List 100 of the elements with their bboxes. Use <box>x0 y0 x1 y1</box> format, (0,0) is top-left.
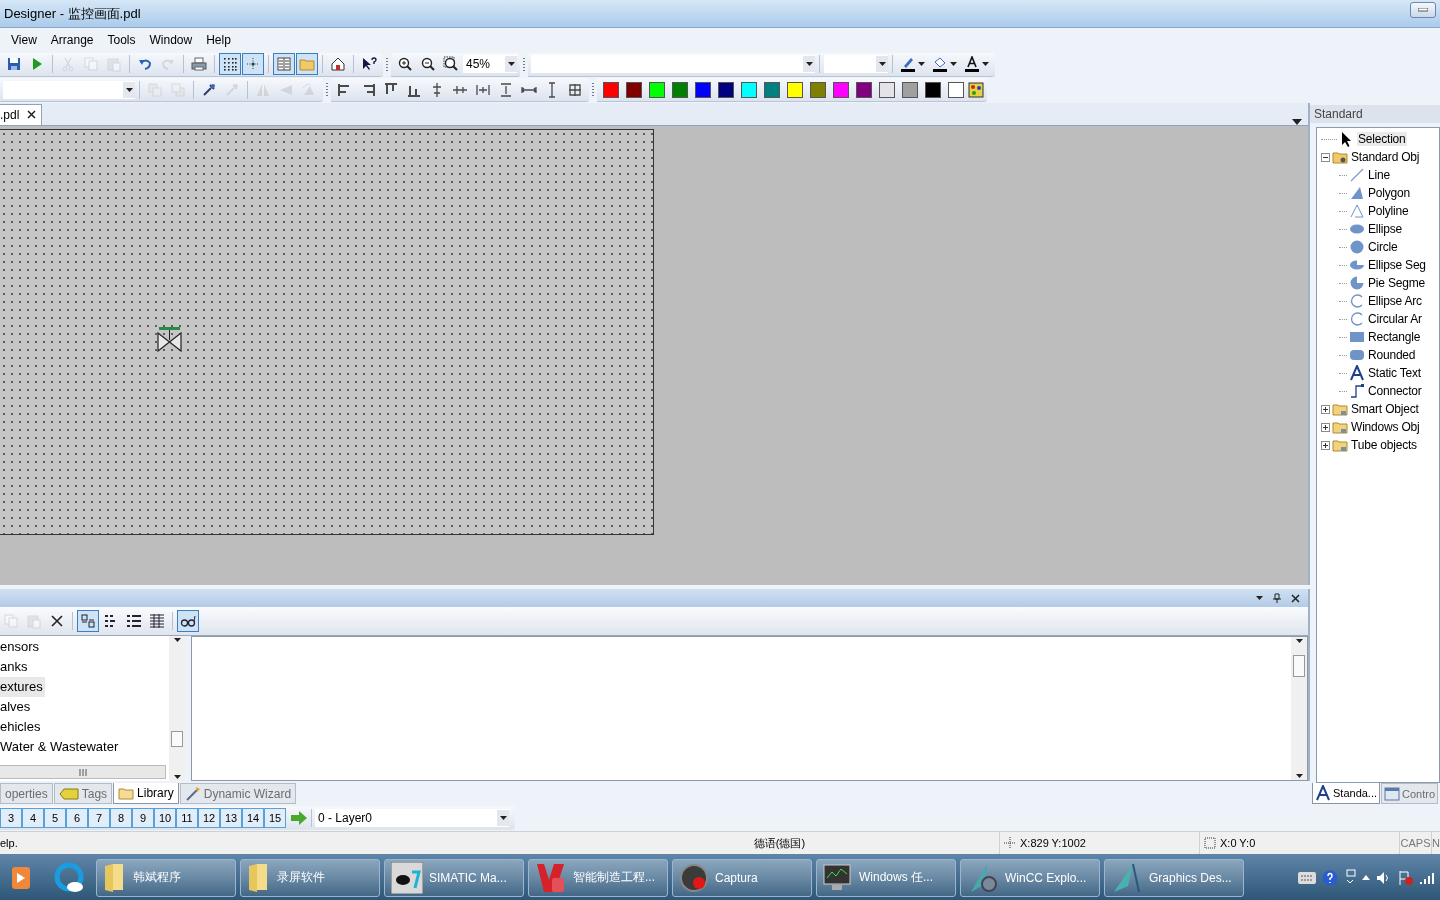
layer-button[interactable]: 7 <box>88 808 110 828</box>
tree-item[interactable]: Ellipse Seg <box>1367 258 1427 272</box>
tree-item[interactable]: Polyline <box>1367 204 1410 218</box>
library-folder[interactable]: alves <box>0 697 33 717</box>
color-swatch[interactable] <box>833 81 849 98</box>
expand-toggle[interactable] <box>1321 422 1330 432</box>
tree-item[interactable]: Smart Object <box>1350 402 1420 416</box>
menu-item[interactable]: Arrange <box>43 33 101 47</box>
scrollbar-thumb[interactable] <box>171 730 183 747</box>
taskbar-item[interactable]: 韩斌程序 <box>96 858 236 897</box>
tree-item[interactable]: Rectangle <box>1367 330 1422 344</box>
tree-item[interactable]: Polygon <box>1367 186 1411 200</box>
tree-item[interactable]: Pie Segme <box>1367 276 1426 290</box>
menu-item[interactable]: Help <box>199 33 238 47</box>
expand-toggle[interactable] <box>1321 404 1330 414</box>
panel-tab[interactable]: Tags <box>53 783 113 804</box>
tree-item[interactable]: Static Text <box>1367 366 1422 380</box>
color-swatch[interactable] <box>764 81 780 98</box>
tree-item[interactable]: Rounded <box>1367 348 1417 362</box>
tree-item[interactable]: Standard Obj <box>1350 150 1421 164</box>
caret-icon <box>173 775 181 779</box>
close-button[interactable] <box>1288 591 1302 605</box>
toolbar-button[interactable] <box>219 53 241 75</box>
color-swatch[interactable] <box>695 81 711 98</box>
connector-icon <box>1349 383 1365 399</box>
pin-button[interactable] <box>1270 591 1284 605</box>
color-swatch[interactable] <box>718 81 734 98</box>
tree-item[interactable]: Circular Ar <box>1367 312 1423 326</box>
document-tab[interactable]: .pdl <box>0 104 43 125</box>
scrollbar[interactable] <box>1291 637 1307 780</box>
layer-button[interactable]: 15 <box>264 808 286 828</box>
zoom-out-icon <box>420 56 436 72</box>
layer-button[interactable]: 9 <box>132 808 154 828</box>
library-folder[interactable]: ensors <box>0 637 42 657</box>
tree-item[interactable]: Selection <box>1357 132 1407 146</box>
color-swatch[interactable] <box>925 81 941 98</box>
color-swatch[interactable] <box>603 81 619 98</box>
valve-drawing[interactable] <box>157 326 183 354</box>
menu-item[interactable]: View <box>4 33 44 47</box>
layer-button[interactable]: 6 <box>66 808 88 828</box>
resize-icon <box>498 81 514 98</box>
taskbar-item[interactable]: Graphics Des... <box>1104 858 1244 897</box>
caret-icon <box>507 62 515 66</box>
layer-button[interactable]: 11 <box>176 808 198 828</box>
scrollbar-thumb[interactable] <box>1293 654 1305 677</box>
color-swatch[interactable] <box>672 81 688 98</box>
library-folder[interactable]: ehicles <box>0 717 43 737</box>
layer-button[interactable]: 4 <box>22 808 44 828</box>
tree-item[interactable]: Line <box>1367 168 1391 182</box>
menu-item[interactable]: Tools <box>100 33 143 47</box>
taskbar-item[interactable]: Windows 任... <box>816 858 956 897</box>
color-swatch[interactable] <box>741 81 757 98</box>
expand-toggle[interactable] <box>1321 440 1330 450</box>
library-folder[interactable]: Water & Wastewater <box>0 737 121 757</box>
layer-button[interactable]: 8 <box>110 808 132 828</box>
library-folder[interactable]: extures <box>0 677 45 697</box>
toolbar-button[interactable] <box>177 610 199 632</box>
color-swatch[interactable] <box>626 81 642 98</box>
color-swatch[interactable] <box>879 81 895 98</box>
tree-item[interactable]: Ellipse <box>1367 222 1403 236</box>
tree-item[interactable]: Ellipse Arc <box>1367 294 1423 308</box>
caret-up-icon <box>1362 875 1370 880</box>
layer-dropdown[interactable]: 0 - Layer0 <box>315 809 509 827</box>
tree-item[interactable]: Circle <box>1367 240 1399 254</box>
delete-icon <box>49 613 65 629</box>
zoom-dropdown[interactable]: 45% <box>463 55 517 73</box>
panel-tab[interactable]: Library <box>113 783 179 804</box>
panel-tab[interactable]: Contro <box>1381 783 1439 804</box>
layer-button[interactable]: 14 <box>242 808 264 828</box>
color-swatch[interactable] <box>810 81 826 98</box>
scrollbar[interactable] <box>169 636 185 781</box>
layer-button[interactable]: 10 <box>154 808 176 828</box>
layer-button[interactable]: 13 <box>220 808 242 828</box>
tree-item[interactable]: Connector <box>1367 384 1423 398</box>
taskbar-item[interactable]: Captura <box>672 858 812 897</box>
columns-icon <box>276 56 292 72</box>
expand-toggle[interactable] <box>1321 152 1330 162</box>
taskbar-item[interactable]: WinCC Explo... <box>960 858 1100 897</box>
layer-button[interactable]: 12 <box>198 808 220 828</box>
panel-tab[interactable]: operties <box>0 783 53 804</box>
taskbar-item[interactable]: 录屏软件 <box>240 858 380 897</box>
library-folder[interactable]: anks <box>0 657 30 677</box>
layer-button[interactable]: 3 <box>0 808 22 828</box>
minimize-button[interactable] <box>1410 1 1436 18</box>
taskbar-item[interactable]: SIMATIC Ma... <box>384 858 524 897</box>
layer-button[interactable]: 5 <box>44 808 66 828</box>
color-swatch[interactable] <box>948 81 964 98</box>
color-swatch[interactable] <box>856 81 872 98</box>
tree-item[interactable]: Windows Obj <box>1350 420 1421 434</box>
tree-item[interactable]: Tube objects <box>1350 438 1418 452</box>
scrollbar[interactable] <box>0 765 166 779</box>
panel-tab[interactable]: Dynamic Wizard <box>179 783 297 804</box>
color-swatch[interactable] <box>649 81 665 98</box>
menu-item[interactable]: Window <box>142 33 200 47</box>
position-icon <box>1004 837 1016 849</box>
panel-tab[interactable]: Standa... <box>1312 783 1381 804</box>
color-swatch[interactable] <box>787 81 803 98</box>
color-swatch[interactable] <box>902 81 918 98</box>
taskbar-item[interactable]: 智能制造工程... <box>528 858 668 897</box>
close-icon <box>1290 593 1300 603</box>
